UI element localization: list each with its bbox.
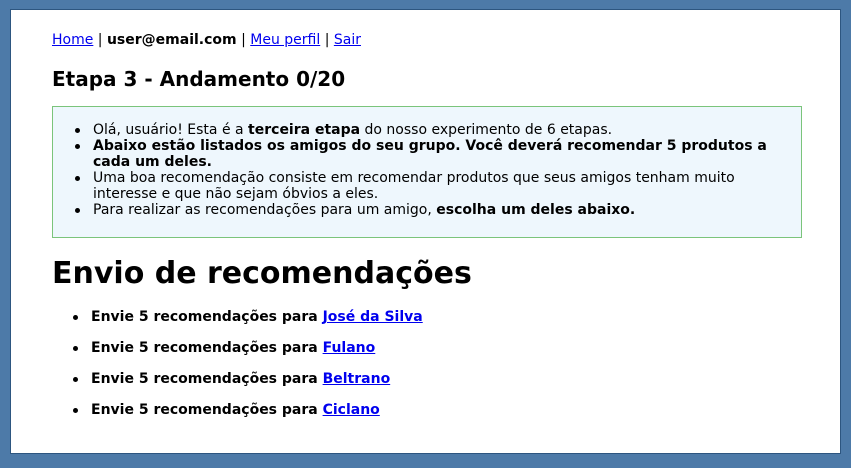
nav-separator: | (324, 32, 330, 48)
recommendation-item: Envie 5 recomendações para Beltrano (73, 371, 423, 387)
instruction-item: Uma boa recomendação consiste em recomen… (75, 170, 801, 202)
stage-title: Etapa 3 - Andamento 0/20 (52, 67, 346, 91)
page-container: Home | user@email.com | Meu perfil | Sai… (10, 9, 841, 454)
instruction-text: Olá, usuário! Esta é a (93, 122, 249, 138)
friend-link[interactable]: Beltrano (323, 371, 391, 387)
instruction-emphasis: Abaixo estão listados os amigos do seu g… (93, 138, 767, 170)
recommendation-list: Envie 5 recomendações para José da Silva… (73, 309, 423, 433)
section-title: Envio de recomendações (52, 256, 472, 291)
top-navigation: Home | user@email.com | Meu perfil | Sai… (52, 32, 361, 48)
instruction-text: Para realizar as recomendações para um a… (93, 202, 437, 218)
recommendation-item: Envie 5 recomendações para Ciclano (73, 402, 423, 418)
instruction-emphasis: escolha um deles abaixo. (436, 202, 636, 218)
recommendation-item: Envie 5 recomendações para Fulano (73, 340, 423, 356)
nav-separator: | (97, 32, 103, 48)
friend-link[interactable]: Fulano (323, 340, 376, 356)
nav-separator: | (241, 32, 246, 48)
recommendation-item: Envie 5 recomendações para José da Silva (73, 309, 423, 325)
instruction-item: Para realizar as recomendações para um a… (75, 202, 801, 218)
instruction-item: Olá, usuário! Esta é a terceira etapa do… (75, 122, 801, 138)
instruction-text: Uma boa recomendação consiste em recomen… (93, 170, 735, 202)
logout-link[interactable]: Sair (334, 32, 361, 48)
bullet-icon (73, 346, 78, 351)
recommendation-prefix: Envie 5 recomendações para (91, 371, 323, 387)
bullet-icon (73, 377, 78, 382)
bullet-icon (75, 128, 80, 133)
user-email: user@email.com (106, 32, 237, 48)
friend-link[interactable]: Ciclano (323, 402, 380, 418)
instruction-text: do nosso experimento de 6 etapas. (360, 122, 613, 138)
recommendation-prefix: Envie 5 recomendações para (91, 402, 323, 418)
instructions-list: Olá, usuário! Esta é a terceira etapa do… (75, 122, 801, 218)
bullet-icon (75, 208, 80, 213)
recommendation-prefix: Envie 5 recomendações para (91, 340, 323, 356)
profile-link[interactable]: Meu perfil (250, 32, 320, 48)
bullet-icon (75, 144, 80, 149)
recommendation-prefix: Envie 5 recomendações para (91, 309, 323, 325)
friend-link[interactable]: José da Silva (323, 309, 423, 325)
instruction-emphasis: terceira etapa (248, 122, 361, 138)
bullet-icon (73, 315, 78, 320)
instructions-box: Olá, usuário! Esta é a terceira etapa do… (52, 106, 802, 238)
bullet-icon (73, 408, 78, 413)
home-link[interactable]: Home (52, 32, 93, 48)
bullet-icon (75, 176, 80, 181)
instruction-item: Abaixo estão listados os amigos do seu g… (75, 138, 801, 170)
